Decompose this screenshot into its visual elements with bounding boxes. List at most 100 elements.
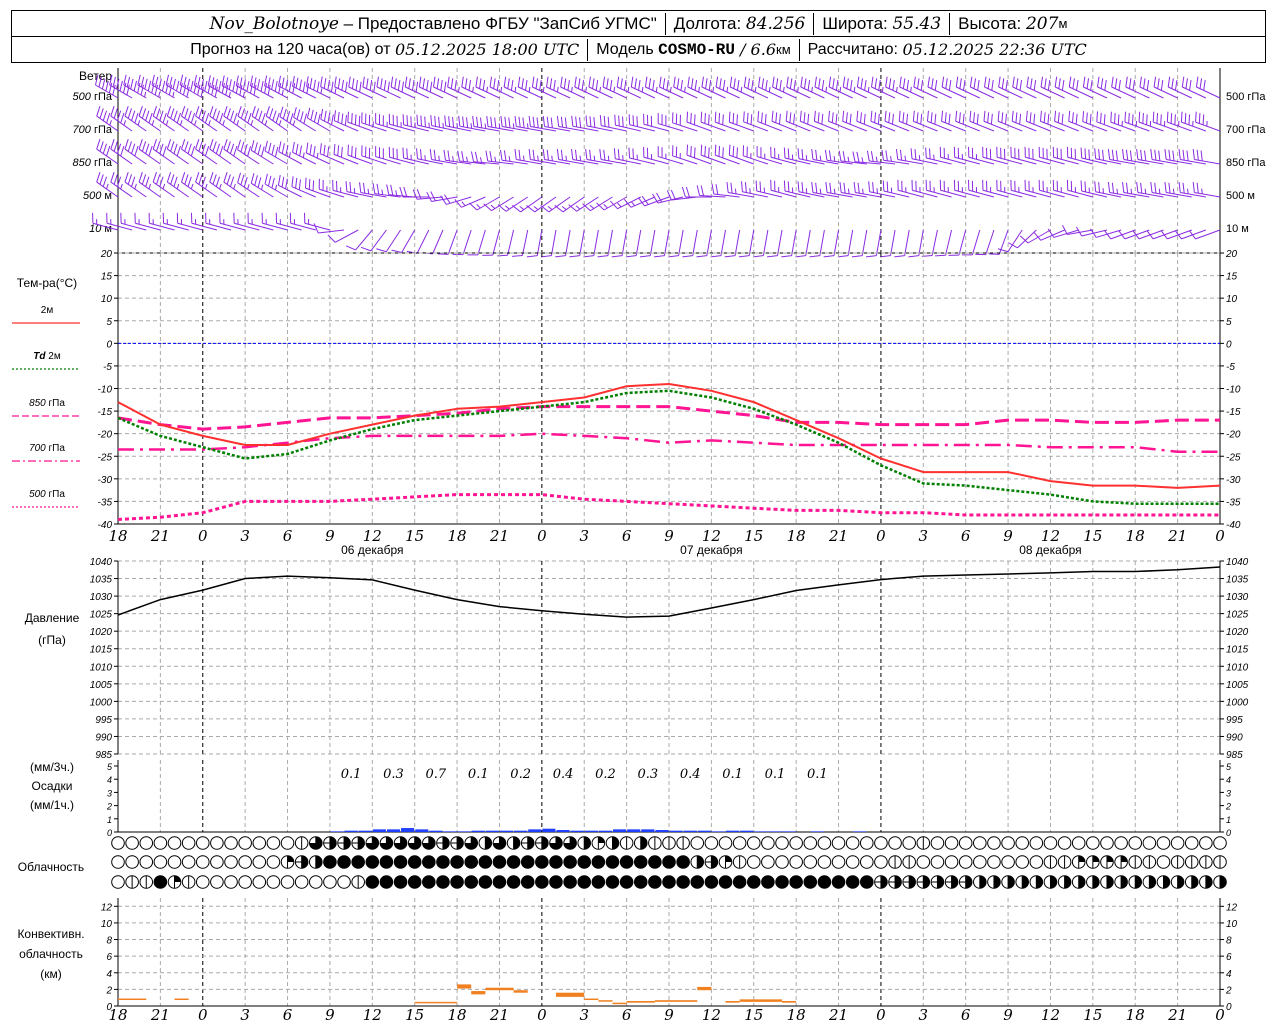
- wind-barb-feather: [271, 79, 275, 90]
- wind-barb-feather: [860, 112, 862, 123]
- wind-barb-feather: [209, 106, 214, 117]
- wind-barb-staff: [355, 229, 373, 251]
- cloud-cover-symbol: [393, 875, 408, 889]
- wind-barb-feather: [279, 106, 284, 117]
- wind-barb-feather: [223, 172, 228, 183]
- cloud-cover-symbol: [916, 836, 931, 850]
- wind-barb: [1192, 149, 1221, 165]
- wind-barb-feather: [274, 146, 279, 158]
- meteogram: Ветер500 гПа 500 гПа700 гПа 700 гПа850 гПа…: [12, 68, 1266, 1024]
- cloud-circle: [549, 855, 563, 869]
- wind-barb-feather: [127, 108, 132, 119]
- wind-barb-feather: [1143, 78, 1146, 89]
- temperature-tick-label-right: -5: [1226, 362, 1235, 373]
- wind-barb-feather: [1117, 114, 1120, 125]
- cloud-cover-symbol: [238, 836, 252, 850]
- cloud-circle: [337, 855, 351, 869]
- precip-tick-label-left: 2: [106, 802, 112, 812]
- wind-barb-feather: [480, 117, 483, 128]
- wind-barb-feather: [708, 147, 710, 158]
- cloud-cover-symbol: [1057, 836, 1072, 850]
- cloud-cover-symbol: [1043, 875, 1058, 889]
- precip-bar: [641, 829, 655, 832]
- time-tick-label: 18: [448, 527, 467, 545]
- cloud-fill: [598, 836, 605, 843]
- wind-barb-feather: [906, 79, 909, 91]
- wind-barb-feather: [1195, 111, 1197, 123]
- wind-barb-feather: [187, 143, 192, 154]
- wind-barb-feather: [1015, 112, 1018, 123]
- time-tick-label: 6: [622, 1006, 632, 1024]
- pressure-tick-label-right: 1005: [1226, 680, 1249, 691]
- wind-barb: [345, 229, 373, 251]
- wind-barb-feather: [299, 145, 303, 157]
- wind-barb-feather: [299, 79, 303, 91]
- wind-barb: [743, 111, 769, 132]
- cloud-cover-symbol: [888, 875, 902, 889]
- wind-barb-feather: [240, 174, 245, 186]
- cloud-circle: [704, 836, 719, 850]
- cloud-cover-symbol: [379, 875, 394, 889]
- wind-barb-feather: [479, 78, 482, 89]
- cloud-circle: [450, 855, 464, 869]
- wind-barb-half-feather: [526, 123, 529, 129]
- wind-barb-feather: [891, 113, 894, 125]
- wind-barb: [628, 147, 655, 165]
- wind-barb-feather: [1115, 150, 1119, 161]
- wind-barb-staff: [462, 229, 472, 255]
- wind-barb-feather: [1132, 230, 1140, 240]
- convective-cloud-bar: [555, 992, 585, 997]
- cloud-circle: [591, 855, 606, 869]
- wind-barb-feather: [902, 78, 906, 89]
- wind-barb-feather: [571, 115, 574, 127]
- wind-barb-feather: [1150, 149, 1153, 160]
- cloud-circle: [845, 855, 860, 869]
- wind-barb-feather: [1153, 76, 1157, 88]
- wind-barb: [261, 212, 288, 231]
- wind-barb-feather: [835, 79, 839, 91]
- cloud-circle: [1142, 836, 1157, 850]
- cloud-circle: [732, 875, 747, 889]
- wind-barb-feather: [881, 149, 884, 161]
- cloud-cover-symbol: [1184, 855, 1199, 869]
- wind-barb-feather: [726, 182, 729, 193]
- wind-barb: [437, 229, 458, 255]
- wind-barb-feather: [764, 114, 767, 125]
- cloud-cover-symbol: [775, 875, 789, 889]
- convective-cloud-bar: [697, 986, 712, 991]
- wind-barb-feather: [422, 78, 426, 89]
- time-tick-label: 6: [622, 527, 632, 545]
- wind-barb-half-feather: [367, 188, 370, 195]
- wind-barb: [643, 146, 670, 165]
- wind-barb-feather: [853, 182, 856, 193]
- cloud-cover-symbol: [506, 855, 521, 869]
- wind-barb: [1192, 182, 1221, 198]
- precip-tick-label-right: 0: [1226, 828, 1231, 838]
- wind-barb-feather: [807, 113, 810, 125]
- wind-barb-feather: [261, 146, 265, 157]
- wind-barb-feather: [567, 79, 570, 91]
- cloud-circle: [323, 855, 337, 869]
- cloud-cover-symbol: [859, 855, 874, 869]
- wind-barb-staff: [607, 229, 613, 256]
- wind-barb-feather: [223, 139, 228, 150]
- wind-barb-feather: [793, 79, 796, 91]
- wind-barb-feather: [475, 76, 478, 88]
- wind-barb-feather: [1033, 79, 1037, 91]
- wind-barb-feather: [546, 76, 549, 88]
- cloud-cover-symbol: [351, 875, 365, 889]
- wind-barb-feather: [528, 149, 531, 160]
- cloud-cover-symbol: [1114, 875, 1128, 889]
- cloud-cover-symbol: [577, 855, 592, 869]
- cloud-circle: [1001, 836, 1015, 850]
- wind-barb-feather: [704, 113, 706, 124]
- cloud-fill: [1092, 875, 1100, 889]
- wind-barb-half-feather: [726, 86, 729, 93]
- cloud-fill: [895, 875, 902, 889]
- wind-barb-feather: [170, 108, 175, 119]
- wind-barb-feather: [416, 148, 418, 159]
- wind-barb-feather: [229, 110, 235, 121]
- precip-bar: [344, 830, 358, 832]
- wind-barb-feather: [973, 78, 977, 89]
- cloud-cover-symbol: [1170, 836, 1185, 850]
